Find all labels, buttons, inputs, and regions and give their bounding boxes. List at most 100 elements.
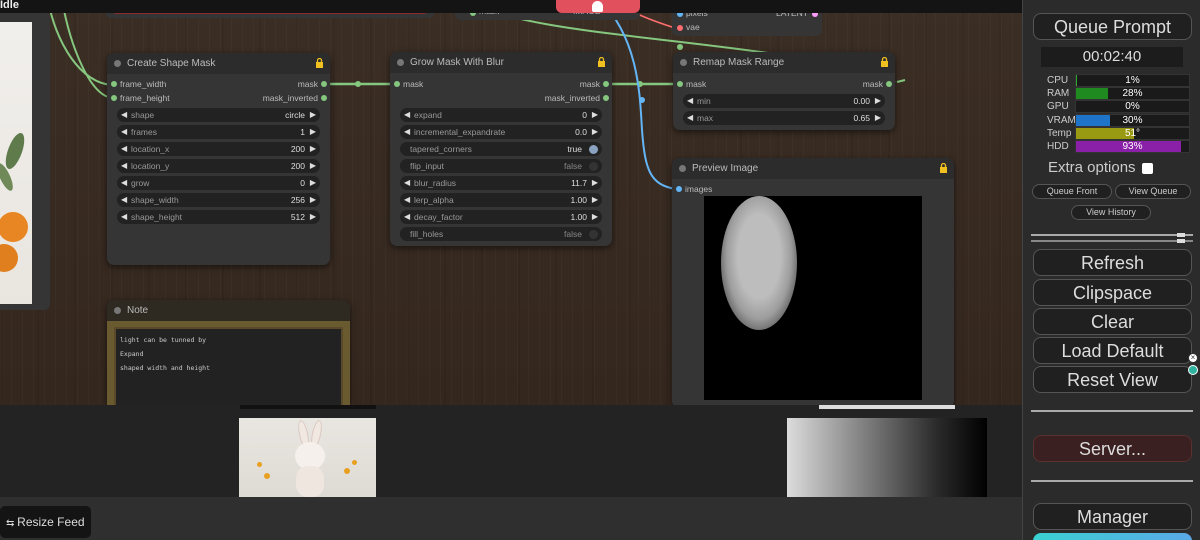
- extra-options-checkbox[interactable]: [1141, 162, 1153, 174]
- lock-icon[interactable]: [597, 57, 606, 67]
- widget-label: shape: [131, 110, 155, 120]
- stat-vram: VRAM 30%: [1043, 113, 1191, 127]
- output-label: mask: [579, 79, 600, 89]
- widget-lerp-alpha[interactable]: ◀ lerp_alpha 1.00 ▶: [400, 193, 602, 207]
- widget-blur-radius[interactable]: ◀ blur_radius 11.7 ▶: [400, 176, 602, 190]
- stat-value: 93%: [1122, 141, 1143, 152]
- widget-value: 0.00: [853, 96, 870, 106]
- feed-thumbnail-bunny[interactable]: [239, 418, 376, 497]
- widget-location-x[interactable]: ◀ location_x 200 ▶: [117, 142, 320, 156]
- view-queue-button[interactable]: View Queue: [1115, 184, 1191, 199]
- widget-label: location_x: [131, 144, 170, 154]
- load-default-button[interactable]: Load Default: [1033, 337, 1192, 364]
- pin-frame-width[interactable]: [111, 81, 117, 87]
- pin-frame-height[interactable]: [111, 95, 117, 101]
- queue-list-area: [1031, 233, 1193, 246]
- clear-button[interactable]: Clear: [1033, 308, 1192, 335]
- widget-grow[interactable]: ◀ grow 0 ▶: [117, 176, 320, 190]
- widget-shape-height[interactable]: ◀ shape_height 512 ▶: [117, 210, 320, 224]
- close-icon[interactable]: ×: [1188, 353, 1198, 363]
- stat-label: RAM: [1047, 88, 1070, 100]
- widget-label: incremental_expandrate: [414, 127, 506, 137]
- clipspace-button[interactable]: Clipspace: [1033, 279, 1192, 306]
- loaded-image-preview: [0, 22, 32, 304]
- lock-icon[interactable]: [315, 58, 324, 68]
- widget-label: flip_input: [410, 161, 445, 171]
- view-history-button[interactable]: View History: [1071, 205, 1151, 220]
- node-header[interactable]: Grow Mask With Blur: [390, 52, 612, 73]
- stat-value: 51°: [1124, 127, 1141, 139]
- extra-options-row[interactable]: Extra options: [1048, 159, 1153, 177]
- grow-mask-with-blur-node[interactable]: Grow Mask With Blur mask mask mask_invert…: [390, 52, 612, 246]
- widget-location-y[interactable]: ◀ location_y 200 ▶: [117, 159, 320, 173]
- pin-mask-out[interactable]: [321, 81, 327, 87]
- widget-value: false: [564, 161, 582, 171]
- widget-shape-width[interactable]: ◀ shape_width 256 ▶: [117, 193, 320, 207]
- toggle-fill-holes[interactable]: fill_holes false: [400, 227, 602, 241]
- divider: [1031, 410, 1193, 412]
- collapse-dot[interactable]: [114, 60, 121, 67]
- pin-mask-out[interactable]: [603, 81, 609, 87]
- widget-max[interactable]: ◀ max 0.65 ▶: [683, 111, 885, 125]
- pin-mask-in[interactable]: [394, 81, 400, 87]
- image-feed: [0, 405, 1022, 497]
- pin-mask-inverted-out[interactable]: [603, 95, 609, 101]
- share-button[interactable]: [1033, 533, 1192, 540]
- node-header[interactable]: Preview Image: [672, 158, 954, 179]
- node-header[interactable]: Note: [107, 300, 350, 321]
- stat-temp: Temp 51°: [1043, 126, 1191, 140]
- queue-front-button[interactable]: Queue Front: [1032, 184, 1112, 199]
- widget-expand[interactable]: ◀ expand 0 ▶: [400, 108, 602, 122]
- manager-button[interactable]: Manager: [1033, 503, 1192, 530]
- toggle-on-indicator: [589, 145, 598, 154]
- node-header[interactable]: Remap Mask Range: [673, 52, 895, 73]
- note-text-area[interactable]: light can be tunned by Expand shaped wid…: [114, 327, 343, 405]
- queue-prompt-button[interactable]: Queue Prompt: [1033, 13, 1192, 40]
- widget-value: circle: [285, 110, 305, 120]
- widget-frames[interactable]: ◀ frames 1 ▶: [117, 125, 320, 139]
- widget-incremental-expandrate[interactable]: ◀ incremental_expandrate 0.0 ▶: [400, 125, 602, 139]
- remap-mask-range-node[interactable]: Remap Mask Range mask mask ◀ min 0.00 ▶ ◀ max…: [673, 52, 895, 130]
- create-shape-mask-node[interactable]: Create Shape Mask frame_width mask frame_…: [107, 53, 330, 265]
- stat-value: 1%: [1125, 75, 1140, 86]
- input-label: frame_width: [120, 79, 167, 89]
- collapse-dot[interactable]: [114, 307, 121, 314]
- node-graph-canvas[interactable]: mask IMAGE pixels vae LATENT Create Shap…: [0, 0, 1022, 405]
- pin-vae-in[interactable]: [677, 25, 683, 31]
- collapse-dot[interactable]: [680, 59, 687, 66]
- feed-thumbnail-gradient[interactable]: [787, 418, 987, 497]
- server-button[interactable]: Server...: [1033, 435, 1192, 462]
- stat-label: VRAM: [1047, 114, 1076, 126]
- note-node[interactable]: Note light can be tunned by Expand shape…: [107, 300, 350, 405]
- widget-min[interactable]: ◀ min 0.00 ▶: [683, 94, 885, 108]
- widget-decay-factor[interactable]: ◀ decay_factor 1.00 ▶: [400, 210, 602, 224]
- toggle-flip-input[interactable]: flip_input false: [400, 159, 602, 173]
- pin-images-in[interactable]: [676, 186, 682, 192]
- link-icon[interactable]: [1188, 365, 1198, 375]
- preview-image-node[interactable]: Preview Image images: [672, 158, 954, 405]
- widget-shape[interactable]: ◀ shape circle ▶: [117, 108, 320, 122]
- pin-mask-out[interactable]: [886, 81, 892, 87]
- refresh-button[interactable]: Refresh: [1033, 249, 1192, 276]
- pin-mask-in[interactable]: [677, 81, 683, 87]
- queue-run-badge[interactable]: [556, 0, 640, 13]
- toggle-tapered-corners[interactable]: tapered_corners true: [400, 142, 602, 156]
- input-label: mask: [686, 79, 707, 89]
- divider: [1031, 480, 1193, 482]
- pin-mask-inverted-out[interactable]: [321, 95, 327, 101]
- collapse-dot[interactable]: [397, 59, 404, 66]
- stat-value: 28%: [1122, 88, 1143, 100]
- ellipse-mask-shape: [721, 196, 797, 330]
- mask-preview-image[interactable]: [704, 196, 922, 400]
- widget-label: blur_radius: [414, 178, 457, 188]
- stat-bar: 28%: [1075, 87, 1190, 101]
- lock-icon[interactable]: [939, 163, 948, 173]
- lock-icon[interactable]: [880, 57, 889, 67]
- widget-value: 1: [300, 127, 305, 137]
- input-label: images: [685, 184, 713, 194]
- resize-feed-button[interactable]: ⇆ Resize Feed: [0, 506, 91, 538]
- load-image-node[interactable]: [0, 12, 50, 310]
- collapse-dot[interactable]: [679, 165, 686, 172]
- node-header[interactable]: Create Shape Mask: [107, 53, 330, 74]
- reset-view-button[interactable]: Reset View: [1033, 366, 1192, 393]
